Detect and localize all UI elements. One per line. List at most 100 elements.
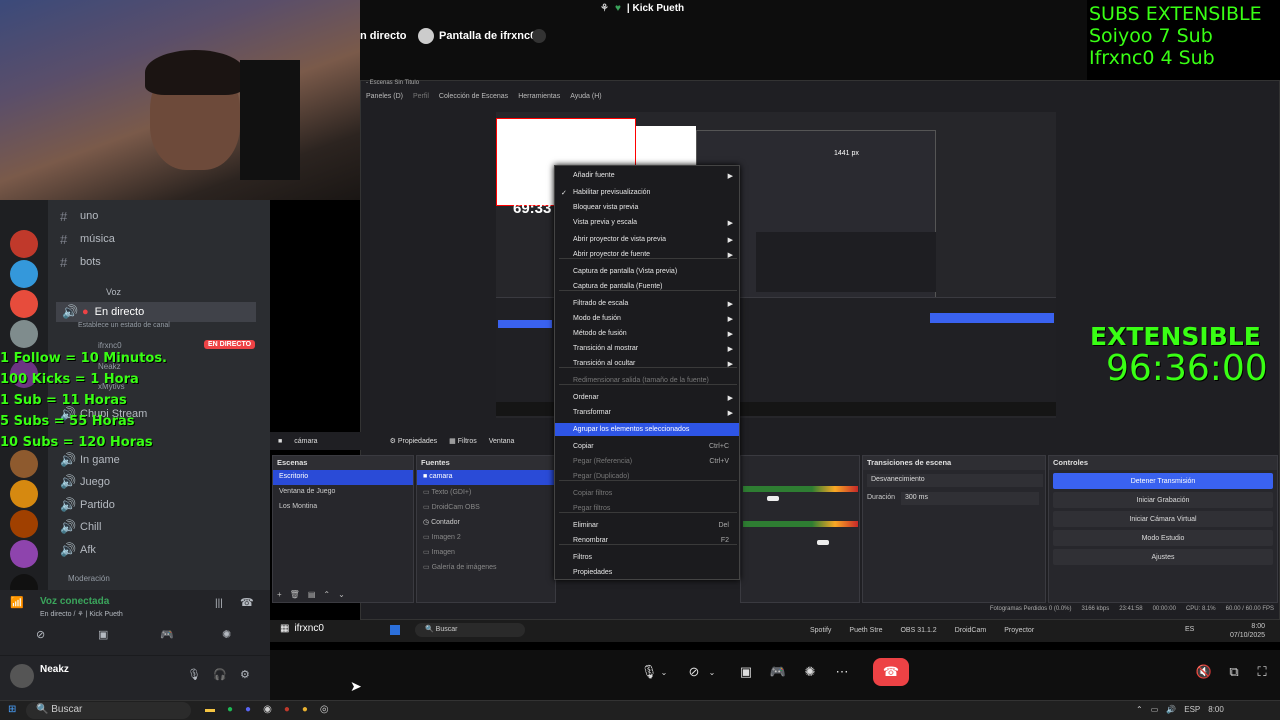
- microphone-icon[interactable]: 🎙: [187, 668, 201, 681]
- transition-select[interactable]: Desvanecimiento: [867, 474, 1043, 487]
- chevron-up-icon[interactable]: ⌃: [1136, 705, 1143, 714]
- server-icon[interactable]: [10, 480, 38, 508]
- context-menu-item[interactable]: Captura de pantalla (Fuente): [555, 280, 739, 293]
- activity-icon[interactable]: 🎮: [764, 658, 792, 686]
- camera-off-icon[interactable]: ⊘: [36, 628, 45, 641]
- source-item[interactable]: ■ camara: [417, 470, 555, 485]
- server-icon[interactable]: [10, 450, 38, 478]
- voice-channel-path[interactable]: En directo / ⚘ | Kick Pueth: [40, 610, 123, 618]
- volume-slider[interactable]: [817, 540, 829, 545]
- channel-voice[interactable]: 🔊 Partido: [60, 495, 115, 515]
- context-menu-item[interactable]: Transformar ▶: [555, 406, 739, 419]
- server-icon[interactable]: [10, 510, 38, 538]
- context-menu-item[interactable]: Bloquear vista previa: [555, 201, 739, 214]
- stop-stream-button[interactable]: Detener Transmisión: [1053, 473, 1273, 489]
- trash-icon[interactable]: 🗑: [290, 590, 300, 599]
- soundboard-icon[interactable]: ✺: [222, 628, 231, 641]
- activity-icon[interactable]: 🎮: [160, 628, 174, 641]
- app-icon[interactable]: ◎: [320, 704, 329, 715]
- context-menu-item[interactable]: Habilitar previsualización ✓: [555, 186, 739, 199]
- source-item[interactable]: ▭ Galería de imágenes: [417, 560, 555, 575]
- scene-item[interactable]: Escritorio: [273, 470, 413, 485]
- context-menu-item[interactable]: Abrir proyector de fuente ▶: [555, 248, 739, 261]
- context-menu-item[interactable]: Filtros: [555, 551, 739, 564]
- volume-muted-icon[interactable]: 🔇: [1190, 658, 1218, 686]
- duration-input[interactable]: 300 ms: [901, 492, 1039, 505]
- source-item[interactable]: ▭ Texto (GDI+): [417, 485, 555, 500]
- avatar[interactable]: [10, 664, 34, 688]
- channel-en-directo[interactable]: 🔊 ● En directo: [56, 302, 256, 322]
- up-icon[interactable]: ⌃: [323, 590, 330, 599]
- add-icon[interactable]: +: [277, 590, 282, 599]
- chevron-down-icon[interactable]: ⌄: [698, 658, 726, 686]
- menu-ayuda[interactable]: Ayuda (H): [570, 93, 601, 100]
- gear-icon[interactable]: ⚙: [240, 668, 250, 681]
- chevron-down-icon[interactable]: ⌄: [650, 658, 678, 686]
- screen-share-icon[interactable]: ▣: [98, 628, 108, 641]
- discord-icon[interactable]: ●: [245, 704, 251, 715]
- spotify-icon[interactable]: ●: [227, 704, 233, 715]
- soundboard-icon[interactable]: ✺: [796, 658, 824, 686]
- menu-perfil[interactable]: Perfil: [413, 93, 429, 100]
- channel-status[interactable]: Establece un estado de canal: [78, 322, 170, 329]
- source-item[interactable]: ▭ Imagen 2: [417, 530, 555, 545]
- studio-mode-button[interactable]: Modo Estudio: [1053, 530, 1273, 546]
- context-menu-item[interactable]: Propiedades: [555, 566, 739, 579]
- filter-icon[interactable]: ▤: [308, 590, 316, 599]
- channel-voice[interactable]: 🔊 Chill: [60, 517, 101, 537]
- context-menu-item[interactable]: Transición al ocultar ▶: [555, 357, 739, 370]
- menu-paneles[interactable]: Paneles (D): [366, 93, 403, 100]
- screen-share-icon[interactable]: ▣: [732, 658, 760, 686]
- voice-category[interactable]: Voz: [106, 282, 121, 302]
- taskbar-search[interactable]: 🔍 Buscar: [26, 702, 191, 719]
- hang-up-button[interactable]: ☎: [873, 658, 909, 686]
- fullscreen-icon[interactable]: ⛶: [1248, 658, 1276, 686]
- context-menu-item[interactable]: Método de fusión ▶: [555, 327, 739, 340]
- server-icon[interactable]: [10, 230, 38, 258]
- chrome-icon[interactable]: ●: [302, 704, 308, 715]
- scene-item[interactable]: Ventana de Juego: [273, 485, 413, 500]
- headphones-icon[interactable]: 🎧: [213, 668, 227, 681]
- scene-item[interactable]: Los Montina: [273, 500, 413, 515]
- taskbar-clock[interactable]: 8:00: [1208, 705, 1224, 714]
- channel-bots[interactable]: # bots: [60, 252, 101, 272]
- more-icon[interactable]: ⋯: [828, 658, 856, 686]
- context-menu-item[interactable]: Copiar Ctrl+C: [555, 440, 739, 453]
- source-item[interactable]: ▭ Imagen: [417, 545, 555, 560]
- settings-button[interactable]: Ajustes: [1053, 549, 1273, 565]
- moderation-category[interactable]: Moderación: [68, 574, 110, 583]
- channel-voice[interactable]: 🔊 Afk: [60, 540, 96, 560]
- server-icon[interactable]: [10, 320, 38, 348]
- channel-musica[interactable]: # música: [60, 229, 115, 249]
- context-menu-item[interactable]: Filtrado de escala ▶: [555, 297, 739, 310]
- folder-icon[interactable]: ▬: [205, 704, 215, 715]
- context-menu-item[interactable]: Ordenar ▶: [555, 391, 739, 404]
- source-item[interactable]: ▭ DroidCam OBS: [417, 500, 555, 515]
- context-menu-item[interactable]: Abrir proyector de vista previa ▶: [555, 233, 739, 246]
- channel-voice[interactable]: 🔊 Juego: [60, 472, 110, 492]
- context-menu-item[interactable]: Vista previa y escala ▶: [555, 216, 739, 229]
- disconnect-icon[interactable]: ☎: [240, 596, 254, 609]
- virtual-camera-button[interactable]: Iniciar Cámara Virtual: [1053, 511, 1273, 527]
- popout-icon[interactable]: ⧉: [1220, 658, 1248, 686]
- channel-uno[interactable]: # uno: [60, 206, 98, 226]
- source-item[interactable]: ◷ Contador: [417, 515, 555, 530]
- windows-icon[interactable]: ⊞: [8, 704, 16, 715]
- context-menu-item[interactable]: Modo de fusión ▶: [555, 312, 739, 325]
- noise-icon[interactable]: |||: [215, 598, 223, 609]
- menu-herramientas[interactable]: Herramientas: [518, 93, 560, 100]
- server-icon[interactable]: [10, 290, 38, 318]
- volume-slider[interactable]: [767, 496, 779, 501]
- context-menu-item[interactable]: Añadir fuente ▶: [555, 169, 739, 182]
- app-icon[interactable]: ●: [284, 704, 290, 715]
- filters-button[interactable]: ▦ Filtros: [449, 437, 477, 445]
- server-icon[interactable]: [10, 260, 38, 288]
- taskbar-lang[interactable]: ESP: [1184, 705, 1200, 714]
- down-icon[interactable]: ⌄: [338, 590, 345, 599]
- menu-colecciones[interactable]: Colección de Escenas: [439, 93, 508, 100]
- context-menu-item[interactable]: Eliminar Del: [555, 519, 739, 532]
- volume-icon[interactable]: 🔊: [1166, 705, 1176, 714]
- obs-icon[interactable]: ◉: [263, 704, 272, 715]
- network-icon[interactable]: ▭: [1151, 705, 1159, 714]
- context-menu-item[interactable]: Captura de pantalla (Vista previa): [555, 265, 739, 278]
